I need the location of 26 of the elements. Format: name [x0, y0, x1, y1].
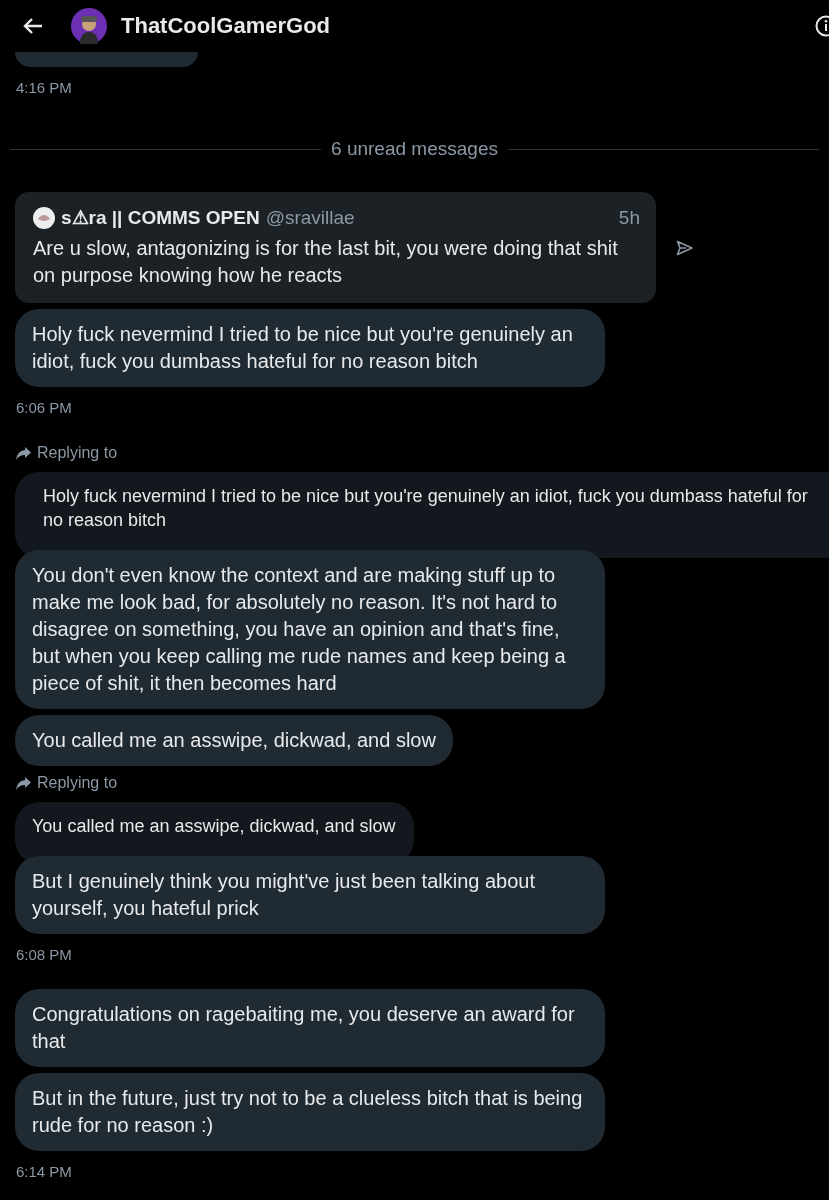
message-bubble: But I genuinely think you might've just been talking about yourself, you hateful prick	[15, 856, 605, 934]
message-bubble: You called me an asswipe, dickwad, and slow	[15, 715, 453, 766]
post-text: Are u slow, antagonizing is for the last bit, you were doing that shit on purpose knowing how he reacts	[33, 236, 619, 288]
message-time: 6:06 PM	[16, 399, 72, 416]
avatar	[71, 8, 107, 44]
back-icon[interactable]	[22, 17, 44, 35]
shared-post-card[interactable]: s⚠ra || COMMS OPEN @sravillae 5h Are u slow, antagonizing is for the last bit, you were doing that shit on purpose knowing how he reacts	[15, 192, 656, 303]
message-bubble: You don't even know the context and are making stuff up to make me look bad, for absolutely no reason. It's not hard to disagree on something, you have an opinion and that's fine, but when you keep calling me rude names and keep being a piece of shit, it then becomes hard	[15, 550, 605, 709]
message-time: 6:14 PM	[16, 1163, 72, 1180]
replying-to-label: Replying to	[37, 444, 118, 462]
reply-arrow-icon	[16, 446, 31, 460]
quoted-message: Holy fuck nevermind I tried to be nice but you're genuinely an idiot, fuck you dumbass hateful for no reason bitch	[15, 472, 829, 558]
send-icon[interactable]	[676, 239, 694, 256]
message-time: 4:16 PM	[16, 79, 72, 96]
author-avatar	[33, 206, 55, 229]
message-time: 6:08 PM	[16, 946, 72, 963]
replying-to-label: Replying to	[37, 774, 118, 792]
message-bubble: But in the future, just try not to be a clueless bitch that is being rude for no reason :)	[15, 1073, 605, 1151]
message-bubble: Congratulations on ragebaiting me, you deserve an award for that	[15, 989, 605, 1067]
author-handle: @sravillae	[265, 206, 356, 229]
contact-name: ThatCoolGamerGod	[121, 13, 331, 39]
message-bubble: Holy fuck nevermind I tried to be nice but you're genuinely an idiot, fuck you dumbass hateful for no reason bitch	[15, 309, 605, 387]
author-name: s⚠ra || COMMS OPEN	[61, 206, 260, 229]
post-age: 5h	[618, 206, 640, 229]
reply-arrow-icon	[16, 776, 31, 790]
unread-divider-label: 6 unread messages	[331, 138, 498, 160]
